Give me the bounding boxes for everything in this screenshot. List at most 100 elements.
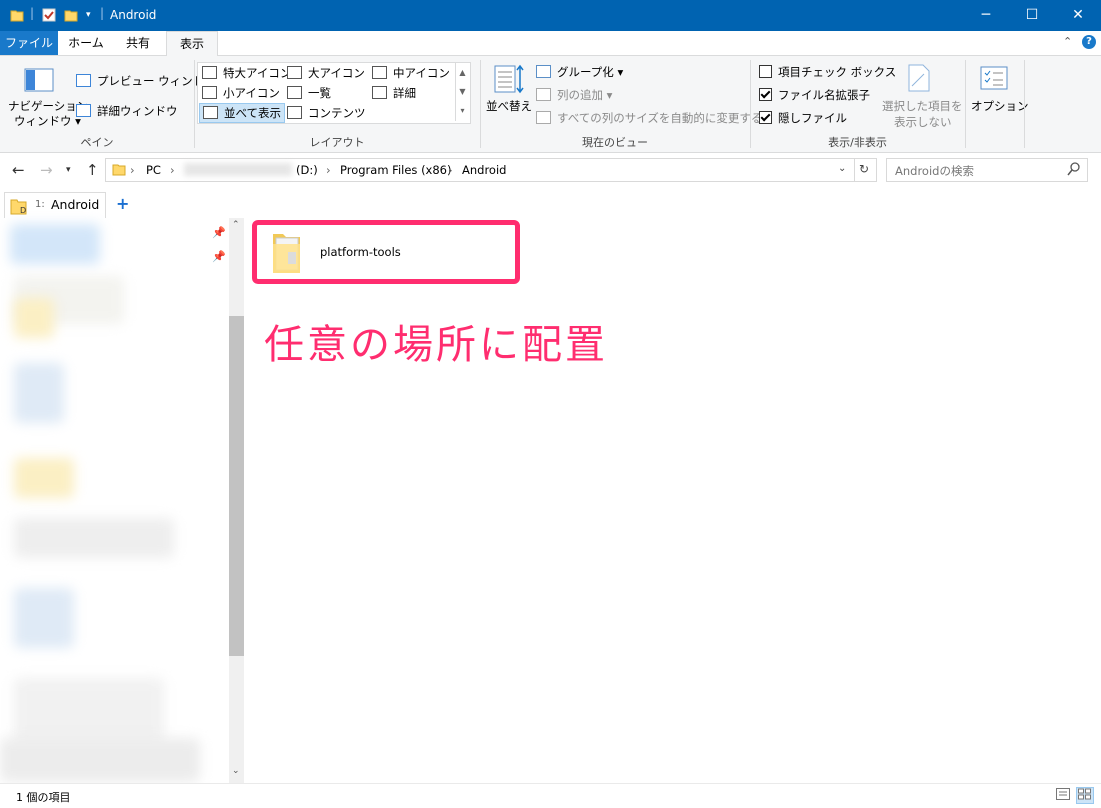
hide-selected-line1[interactable]: 選択した項目を <box>882 98 963 114</box>
properties-icon[interactable] <box>42 8 56 25</box>
details-pane-icon <box>76 104 91 117</box>
address-bar[interactable]: › PC › (D:) › Program Files (x86) › Andr… <box>105 158 877 182</box>
layout-content[interactable]: コンテンツ <box>287 105 366 121</box>
ribbon: ナビゲーション ウィンドウ ▾ プレビュー ウィンドウ 詳細ウィンドウ ペイン … <box>0 56 1101 153</box>
nav-item-blurred[interactable] <box>14 458 74 498</box>
breadcrumb-program-files[interactable]: Program Files (x86) <box>340 163 451 177</box>
navigation-pane-icon[interactable] <box>24 68 54 95</box>
nav-item-blurred[interactable] <box>14 363 64 423</box>
layout-list[interactable]: 一覧 <box>287 85 331 101</box>
close-button[interactable]: ✕ <box>1055 0 1101 31</box>
breadcrumb-android[interactable]: Android <box>462 163 506 177</box>
tab-view[interactable]: 表示 <box>166 31 218 57</box>
file-extensions-toggle[interactable]: ファイル名拡張子 <box>759 87 870 103</box>
tiles-icon <box>203 106 218 119</box>
folder-tab-android[interactable]: D 1: Android <box>4 192 106 219</box>
hide-selected-line2[interactable]: 表示しない <box>894 114 952 130</box>
tab-share[interactable]: 共有 <box>114 31 162 55</box>
breadcrumb-separator-icon[interactable]: › <box>448 163 453 177</box>
hide-selected-icon[interactable] <box>907 64 931 95</box>
minimize-button[interactable]: ─ <box>963 0 1009 31</box>
navigation-pane[interactable]: 📌 📌 ⌃ ⌄ <box>0 218 244 783</box>
maximize-button[interactable]: ☐ <box>1009 0 1055 31</box>
nav-item-blurred[interactable] <box>14 588 74 648</box>
group-divider <box>965 60 966 148</box>
layout-list-label: 一覧 <box>308 86 331 100</box>
list-item[interactable]: platform-tools <box>270 230 510 278</box>
separator: | <box>30 6 35 20</box>
nav-pane-scrollbar-thumb[interactable] <box>229 316 244 656</box>
tiles-view-icon[interactable] <box>1076 787 1094 804</box>
nav-item-blurred[interactable] <box>14 518 174 558</box>
details-view-icon[interactable] <box>1056 788 1070 803</box>
back-arrow-icon[interactable]: ← <box>12 161 25 179</box>
scroll-down-icon[interactable]: ⌄ <box>232 766 240 776</box>
folder-tab-bar: D 1: Android + <box>0 190 1101 219</box>
svg-text:D: D <box>20 206 26 215</box>
add-tab-button[interactable]: + <box>116 194 129 213</box>
layout-group-title: レイアウト <box>309 136 365 149</box>
scroll-up-icon[interactable]: ⌃ <box>232 220 240 230</box>
pin-icon[interactable]: 📌 <box>212 250 226 263</box>
sort-by-button[interactable]: 並べ替え <box>486 98 532 114</box>
customize-quick-access-icon[interactable]: ▾ <box>86 10 91 20</box>
breadcrumb-separator-icon[interactable]: › <box>130 163 135 177</box>
size-all-columns-button[interactable]: すべての列のサイズを自動的に変更する <box>536 110 762 126</box>
recent-locations-icon[interactable]: ▾ <box>66 165 71 175</box>
item-checkboxes-toggle[interactable]: 項目チェック ボックス <box>759 64 896 80</box>
breadcrumb-pc[interactable]: PC <box>146 163 161 177</box>
file-list[interactable]: platform-tools 任意の場所に配置 <box>244 218 1101 783</box>
file-extensions-checkbox[interactable] <box>759 88 772 101</box>
layout-details-label: 詳細 <box>393 86 416 100</box>
show-hide-group-title: 表示/非表示 <box>828 136 887 149</box>
folder-tab-index: 1: <box>35 199 45 210</box>
navigation-pane-button-line2[interactable]: ウィンドウ ▾ <box>14 113 81 129</box>
add-columns-button[interactable]: 列の追加 ▾ <box>536 87 612 103</box>
layout-gallery-scroll[interactable]: ▲ ▼ ▾ <box>455 63 469 121</box>
breadcrumb-separator-icon[interactable]: › <box>170 163 175 177</box>
details-pane-button[interactable]: 詳細ウィンドウ <box>76 103 178 119</box>
new-folder-icon[interactable] <box>64 8 78 25</box>
search-icon[interactable] <box>1067 161 1081 180</box>
tab-home[interactable]: ホーム <box>62 31 110 55</box>
nav-item-blurred[interactable] <box>0 738 200 782</box>
nav-pane-scrollbar[interactable]: ⌃ ⌄ <box>229 218 244 783</box>
collapse-ribbon-icon[interactable]: ⌃ <box>1063 35 1072 48</box>
layout-tiles[interactable]: 並べて表示 <box>199 103 286 123</box>
layout-details[interactable]: 詳細 <box>372 85 416 101</box>
file-extensions-label: ファイル名拡張子 <box>778 88 870 102</box>
item-count: 1 個の項目 <box>16 791 71 804</box>
layout-large-icons[interactable]: 大アイコン <box>287 65 365 81</box>
hidden-items-label: 隠しファイル <box>778 111 847 125</box>
options-icon[interactable] <box>980 66 1008 95</box>
search-box[interactable]: Androidの検索 <box>886 158 1088 182</box>
nav-item-blurred[interactable] <box>14 298 54 338</box>
layout-small-icons[interactable]: 小アイコン <box>202 85 280 101</box>
pin-icon[interactable]: 📌 <box>212 226 226 239</box>
refresh-icon[interactable]: ↻ <box>859 162 869 176</box>
group-by-button[interactable]: グループ化 ▾ <box>536 64 623 80</box>
extra-large-icons-icon <box>202 66 217 79</box>
group-by-icon <box>536 65 551 78</box>
layout-medium-icons[interactable]: 中アイコン <box>372 65 450 81</box>
size-all-columns-label: すべての列のサイズを自動的に変更する <box>557 111 763 125</box>
breadcrumb-drive[interactable]: (D:) <box>296 163 318 177</box>
folder-name[interactable]: platform-tools <box>320 245 401 259</box>
hidden-items-toggle[interactable]: 隠しファイル <box>759 110 847 126</box>
up-arrow-icon[interactable]: ↑ <box>86 161 99 179</box>
forward-arrow-icon[interactable]: → <box>40 161 53 179</box>
add-columns-icon <box>536 88 551 101</box>
address-dropdown-icon[interactable]: ⌄ <box>838 163 846 174</box>
search-placeholder[interactable]: Androidの検索 <box>895 163 974 179</box>
sort-by-icon[interactable] <box>494 64 526 99</box>
item-checkboxes-checkbox[interactable] <box>759 65 772 78</box>
layout-extra-large-icons[interactable]: 特大アイコン <box>202 65 291 81</box>
breadcrumb-separator-icon[interactable]: › <box>326 163 331 177</box>
options-button[interactable]: オプション <box>971 98 1029 114</box>
nav-item-blurred[interactable] <box>10 224 100 264</box>
details-pane-label: 詳細ウィンドウ <box>97 104 178 118</box>
tab-file[interactable]: ファイル <box>0 31 58 55</box>
help-icon[interactable]: ? <box>1082 35 1096 49</box>
hidden-items-checkbox[interactable] <box>759 111 772 124</box>
title-bar: | ▾ | Android ─ ☐ ✕ <box>0 0 1101 31</box>
